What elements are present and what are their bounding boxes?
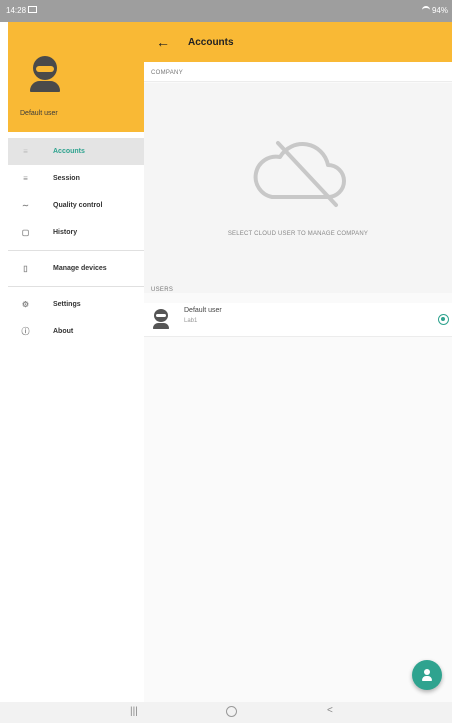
sidebar-item-quality-control[interactable]: ∼ Quality control [8,192,144,219]
image-notification-icon [28,6,37,13]
drawer-header: Default user [8,22,144,132]
battery-level: 94% [431,6,448,15]
company-section-label: COMPANY [151,70,183,76]
cloud-off-icon [253,141,346,207]
back-arrow-icon[interactable]: ← [156,34,174,50]
wifi-icon [421,6,430,12]
company-empty-state: SELECT CLOUD USER TO MANAGE COMPANY [144,83,452,293]
device-icon: ▯ [23,264,28,273]
sidebar-item-accounts[interactable]: ≡ Accounts [8,138,144,165]
menu-divider [8,250,144,251]
person-icon [424,669,430,675]
drawer-menu: ≡ Accounts ≡ Session ∼ Quality control ▢… [8,138,144,345]
session-list-icon: ≡ [23,174,28,183]
menu-divider [8,286,144,287]
user-avatar-icon [30,56,60,92]
user-select-radio[interactable] [438,314,449,325]
company-section-header: COMPANY [144,62,452,82]
user-list-item[interactable]: Default user Lab1 [144,303,452,337]
company-empty-message: SELECT CLOUD USER TO MANAGE COMPANY [227,231,369,237]
user-avatar-icon [153,309,169,329]
page-title: Accounts [188,37,234,48]
sidebar-item-label: Accounts [53,148,85,155]
user-subtitle: Lab1 [184,318,198,324]
sidebar-item-label: About [53,328,74,335]
gear-icon: ⚙ [21,300,30,309]
quality-control-icon: ∼ [22,201,29,210]
accounts-icon: ≡ [23,147,28,156]
sidebar-item-label: Manage devices [53,265,107,272]
sidebar-item-label: Session [53,175,80,182]
status-indicators: 94% [421,6,448,15]
status-time: 14:28 [6,6,27,15]
sidebar-item-settings[interactable]: ⚙ Settings [8,291,144,318]
sidebar-item-label: Quality control [53,202,103,209]
history-icon: ▢ [21,228,30,237]
accounts-panel: ← Accounts COMPANY SELECT CLOUD USER TO … [144,22,452,702]
sidebar-item-about[interactable]: ⓘ About [8,318,144,345]
back-button[interactable]: < [327,705,333,716]
add-user-button[interactable] [412,660,442,690]
sidebar-item-history[interactable]: ▢ History [8,219,144,246]
users-section-label: USERS [151,287,174,293]
sidebar-item-manage-devices[interactable]: ▯ Manage devices [8,255,144,282]
home-button[interactable] [226,706,237,717]
recent-apps-button[interactable]: ||| [130,706,138,717]
user-name: Default user [184,307,222,314]
status-bar: 14:28 94% [0,0,452,22]
system-navigation-bar: ||| < [0,702,452,723]
navigation-drawer: Default user ≡ Accounts ≡ Session ∼ Qual… [8,22,144,702]
drawer-user-name: Default user [20,110,58,117]
sidebar-item-label: Settings [53,301,81,308]
info-icon: ⓘ [21,327,30,336]
sidebar-item-label: History [53,229,78,236]
app-bar: ← Accounts [144,22,452,62]
sidebar-item-session[interactable]: ≡ Session [8,165,144,192]
